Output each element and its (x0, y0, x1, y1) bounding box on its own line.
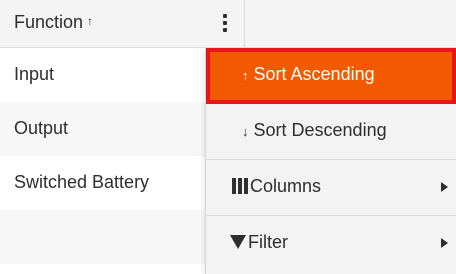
function-column-header[interactable]: Function ↑ (0, 0, 245, 47)
grid-header: Function ↑ (0, 0, 456, 48)
filter-icon (230, 235, 246, 249)
submenu-arrow-icon (441, 182, 448, 192)
columns-menu-item[interactable]: Columns (206, 160, 456, 216)
sort-ascending-menu-item[interactable]: ↑ Sort Ascending (206, 48, 456, 104)
sort-ascending-indicator-icon: ↑ (87, 14, 94, 28)
function-cell: Output (14, 118, 69, 138)
sort-descending-menu-item[interactable]: ↓ Sort Descending (206, 104, 456, 160)
next-column-header (245, 0, 456, 47)
filter-menu-item[interactable]: Filter (206, 216, 456, 272)
columns-label: Columns (250, 176, 322, 196)
function-cell: Input (14, 64, 55, 84)
sort-ascending-icon: ↑ (242, 68, 249, 83)
submenu-arrow-icon (441, 238, 448, 248)
function-cell: Switched Battery (14, 172, 150, 192)
columns-icon (232, 178, 248, 194)
function-header-label[interactable]: Function (14, 12, 83, 32)
column-context-menu: ↑ Sort Ascending ↓ Sort Descending Colum… (205, 48, 456, 274)
filter-label: Filter (248, 232, 288, 252)
column-menu-kebab-icon[interactable] (222, 14, 228, 34)
sort-ascending-label: Sort Ascending (253, 64, 375, 84)
sort-descending-icon: ↓ (242, 124, 249, 139)
sort-descending-label: Sort Descending (253, 120, 387, 140)
